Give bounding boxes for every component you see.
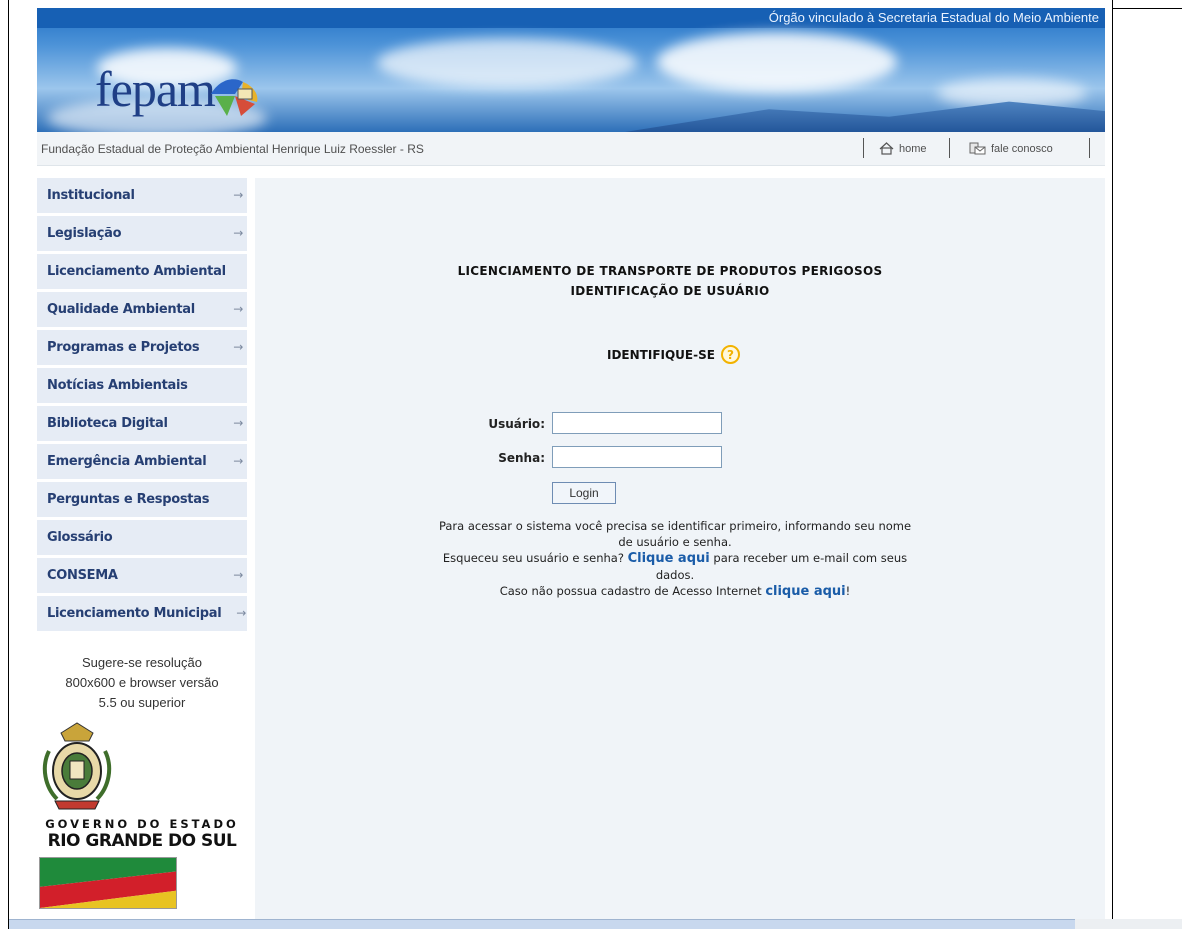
sidebar-item-emergencia-ambiental[interactable]: Emergência Ambiental → xyxy=(37,444,247,479)
username-label-text: Usuário xyxy=(488,417,541,431)
logo-mark-icon xyxy=(211,79,258,116)
contact-icon xyxy=(969,142,986,155)
sidebar-item-glossario[interactable]: Glossário xyxy=(37,520,247,555)
forgot-suffix: para receber um e-mail com seus xyxy=(713,551,908,565)
contact-label: fale conosco xyxy=(991,142,1053,155)
arrow-right-icon: → xyxy=(233,416,243,430)
register-line: Caso não possua cadastro de Acesso Inter… xyxy=(405,583,945,600)
divider xyxy=(949,138,950,158)
sidebar-item-label: Legislação xyxy=(47,226,122,241)
sidebar-item-noticias-ambientais[interactable]: Notícias Ambientais xyxy=(37,368,247,403)
sidebar-item-label: Institucional xyxy=(47,188,135,203)
password-label: Senha: xyxy=(498,451,545,465)
sidebar-item-perguntas-respostas[interactable]: Perguntas e Respostas xyxy=(37,482,247,517)
sidebar-item-label: Qualidade Ambiental xyxy=(47,302,195,317)
arrow-right-icon: → xyxy=(233,302,243,316)
username-input[interactable] xyxy=(552,412,722,434)
divider xyxy=(1089,138,1090,158)
password-label-text: Senha xyxy=(498,451,541,465)
resolution-note: Sugere-se resolução 800x600 e browser ve… xyxy=(37,653,247,713)
government-label: GOVERNO DO ESTADO xyxy=(45,817,239,831)
sidebar-item-label: Notícias Ambientais xyxy=(47,378,188,393)
sidebar-item-label: Emergência Ambiental xyxy=(47,454,207,469)
sidebar-item-legislacao[interactable]: Legislação → xyxy=(37,216,247,251)
page-border-top xyxy=(1113,8,1182,9)
arrow-right-icon: → xyxy=(233,226,243,240)
resolution-note-line: 800x600 e browser versão xyxy=(65,675,219,690)
org-name: Fundação Estadual de Proteção Ambiental … xyxy=(41,142,424,156)
arrow-right-icon: → xyxy=(233,340,243,354)
sidebar-item-qualidade-ambiental[interactable]: Qualidade Ambiental → xyxy=(37,292,247,327)
horizontal-scrollbar[interactable] xyxy=(9,919,1075,929)
register-link[interactable]: clique aqui xyxy=(765,584,845,599)
arrow-right-icon: → xyxy=(233,454,243,468)
divider xyxy=(863,138,864,158)
sidebar-item-licenciamento-municipal[interactable]: Licenciamento Municipal → xyxy=(37,596,247,631)
register-prefix: Caso não possua cadastro de Acesso Inter… xyxy=(499,584,762,598)
home-icon xyxy=(879,142,894,155)
status-bar xyxy=(1075,919,1182,929)
home-link[interactable]: home xyxy=(879,142,927,155)
state-label: RIO GRANDE DO SUL xyxy=(47,831,237,851)
page-border-right xyxy=(1112,0,1113,929)
sidebar-item-label: Glossário xyxy=(47,530,113,545)
site-logo[interactable]: fepam xyxy=(95,60,216,118)
forgot-prefix: Esqueceu seu usuário e senha? xyxy=(442,551,624,565)
sidebar-item-label: Perguntas e Respostas xyxy=(47,492,210,507)
identify-heading: IDENTIFIQUE-SE ? xyxy=(607,345,740,364)
sidebar-item-label: Programas e Projetos xyxy=(47,340,200,355)
resolution-note-line: 5.5 ou superior xyxy=(98,695,186,710)
help-icon[interactable]: ? xyxy=(720,345,740,364)
sidebar: Institucional → Legislação → Licenciamento… xyxy=(37,178,247,913)
resolution-note-line: Sugere-se resolução xyxy=(82,655,202,670)
arrow-right-icon: → xyxy=(233,188,243,202)
contact-link[interactable]: fale conosco xyxy=(969,142,1053,155)
sidebar-item-programas-projetos[interactable]: Programas e Projetos → xyxy=(37,330,247,365)
main-content: LICENCIAMENTO DE TRANSPORTE DE PRODUTOS … xyxy=(255,178,1105,929)
state-coat-of-arms-icon xyxy=(42,722,112,810)
page-border-left xyxy=(8,0,9,929)
username-label: Usuário: xyxy=(488,417,545,431)
arrow-right-icon: → xyxy=(236,606,246,620)
page-title: LICENCIAMENTO DE TRANSPORTE DE PRODUTOS … xyxy=(457,264,883,278)
sidebar-item-licenciamento-ambiental[interactable]: Licenciamento Ambiental xyxy=(37,254,247,289)
state-flag-icon xyxy=(39,857,177,909)
org-bar: Fundação Estadual de Proteção Ambiental … xyxy=(37,132,1105,166)
banner: Órgão vinculado à Secretaria Estadual do… xyxy=(37,8,1105,132)
sidebar-item-label: Biblioteca Digital xyxy=(47,416,168,431)
sidebar-item-institucional[interactable]: Institucional → xyxy=(37,178,247,213)
forgot-password-link[interactable]: Clique aqui xyxy=(628,551,710,566)
instructions-line: Para acessar o sistema você precisa se i… xyxy=(438,519,912,533)
sidebar-item-label: Licenciamento Municipal xyxy=(47,606,222,621)
identify-label: IDENTIFIQUE-SE xyxy=(607,347,715,362)
sidebar-item-label: CONSEMA xyxy=(47,568,118,583)
page-subtitle: IDENTIFICAÇÃO DE USUÁRIO xyxy=(570,284,770,298)
site-header: Órgão vinculado à Secretaria Estadual do… xyxy=(37,8,1105,166)
banner-cloud xyxy=(377,38,637,88)
home-label: home xyxy=(899,142,927,155)
sidebar-item-biblioteca-digital[interactable]: Biblioteca Digital → xyxy=(37,406,247,441)
sidebar-item-consema[interactable]: CONSEMA → xyxy=(37,558,247,593)
forgot-suffix-line: dados. xyxy=(655,568,695,582)
login-button[interactable]: Login xyxy=(552,482,616,504)
arrow-right-icon: → xyxy=(233,568,243,582)
login-instructions: Para acessar o sistema você precisa se i… xyxy=(405,518,945,600)
forgot-password-line: Esqueceu seu usuário e senha? Clique aqu… xyxy=(405,550,945,567)
register-suffix: ! xyxy=(845,584,851,598)
header-tagline: Órgão vinculado à Secretaria Estadual do… xyxy=(768,10,1099,25)
password-input[interactable] xyxy=(552,446,722,468)
sidebar-item-label: Licenciamento Ambiental xyxy=(47,264,226,279)
banner-cloud xyxy=(657,32,897,92)
instructions-line: de usuário e senha. xyxy=(618,535,732,549)
